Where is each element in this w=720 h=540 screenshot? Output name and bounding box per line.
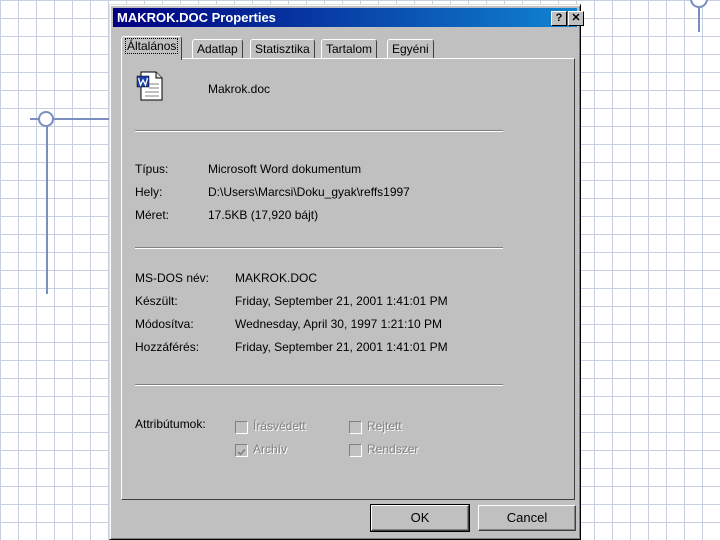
slide-bullet-circle xyxy=(38,111,54,127)
modified-value: Wednesday, April 30, 1997 1:21:10 PM xyxy=(235,317,443,331)
ok-button[interactable]: OK xyxy=(370,504,470,532)
system-checkbox[interactable] xyxy=(349,444,362,457)
msdos-name-value: MAKROK.DOC xyxy=(235,271,318,285)
separator xyxy=(135,130,503,132)
hidden-checkbox-label: Rejtett xyxy=(367,419,402,433)
modified-label: Módosítva: xyxy=(135,317,194,331)
type-label: Típus: xyxy=(135,162,169,176)
location-value: D:\Users\Marcsi\Doku_gyak\reffs1997 xyxy=(208,185,410,199)
cancel-button-label: Cancel xyxy=(506,510,548,525)
tab-label: Tartalom xyxy=(326,42,373,56)
tab-label: Adatlap xyxy=(197,42,238,56)
ok-button-label: OK xyxy=(410,510,430,525)
size-label: Méret: xyxy=(135,208,170,222)
tab-egyeni[interactable]: Egyéni xyxy=(387,39,434,58)
title-bar[interactable]: MAKROK.DOC Properties ? ✕ xyxy=(113,8,584,27)
help-button[interactable]: ? xyxy=(551,11,567,26)
properties-dialog: MAKROK.DOC Properties ? ✕ Általános Adat… xyxy=(109,4,584,540)
general-tab-panel: Makrok.doc Típus: Microsoft Word dokumen… xyxy=(121,58,575,500)
tab-label: Általános xyxy=(124,38,179,54)
readonly-checkbox-label: Írásvédett xyxy=(253,419,306,433)
size-value: 17.5KB (17,920 bájt) xyxy=(208,208,319,222)
location-label: Hely: xyxy=(135,185,163,199)
accessed-value: Friday, September 21, 2001 1:41:01 PM xyxy=(235,340,448,354)
readonly-checkbox[interactable] xyxy=(235,421,248,434)
word-document-icon xyxy=(136,71,163,101)
tab-label: Statisztika xyxy=(255,42,310,56)
attributes-label: Attribútumok: xyxy=(135,417,206,431)
slide-corner-circle xyxy=(690,0,708,8)
question-mark-icon: ? xyxy=(555,12,563,24)
checkmark-icon xyxy=(237,448,246,456)
tab-altalanos[interactable]: Általános xyxy=(121,36,183,60)
archive-checkbox-label: Archív xyxy=(253,442,288,456)
separator xyxy=(135,247,503,249)
dialog-title: MAKROK.DOC Properties xyxy=(117,10,276,25)
accessed-label: Hozzáférés: xyxy=(135,340,200,354)
system-checkbox-label: Rendszer xyxy=(367,442,419,456)
cancel-button[interactable]: Cancel xyxy=(478,505,576,531)
tab-tartalom[interactable]: Tartalom xyxy=(321,39,378,58)
type-value: Microsoft Word dokumentum xyxy=(208,162,362,176)
tab-adatlap[interactable]: Adatlap xyxy=(192,39,243,58)
file-name: Makrok.doc xyxy=(208,82,271,96)
hidden-checkbox[interactable] xyxy=(349,421,362,434)
created-label: Készült: xyxy=(135,294,178,308)
close-button[interactable]: ✕ xyxy=(568,11,584,26)
msdos-name-label: MS-DOS név: xyxy=(135,271,210,285)
archive-checkbox[interactable] xyxy=(235,444,248,457)
slide-vertical-rule xyxy=(46,118,48,294)
tab-label: Egyéni xyxy=(392,42,429,56)
tab-statisztika[interactable]: Statisztika xyxy=(250,39,315,58)
separator xyxy=(135,384,503,386)
created-value: Friday, September 21, 2001 1:41:01 PM xyxy=(235,294,448,308)
close-icon: ✕ xyxy=(571,12,581,24)
